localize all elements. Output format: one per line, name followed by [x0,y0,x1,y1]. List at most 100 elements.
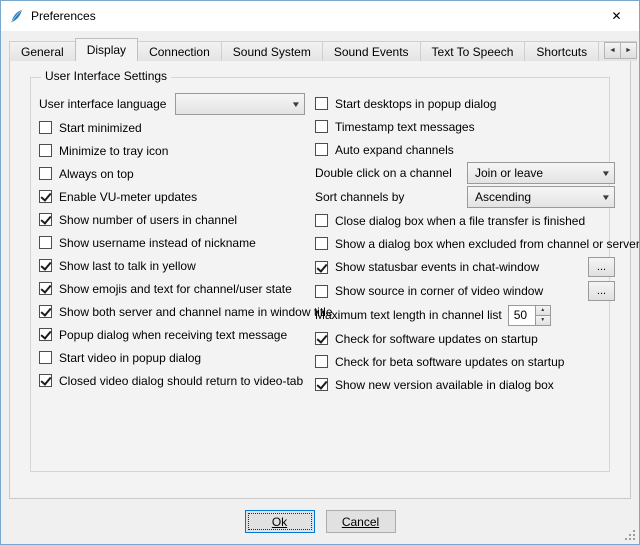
sort-channels-label: Sort channels by [315,190,404,204]
checkbox-beta-updates[interactable] [315,355,328,368]
checkbox-username-instead-nickname[interactable] [39,236,52,249]
checkbox-label: Start desktops in popup dialog [335,97,496,111]
tab-connection[interactable]: Connection [137,41,222,61]
sort-channels-select[interactable]: Ascending [467,186,615,208]
checkbox-minimize-to-tray[interactable] [39,144,52,157]
statusbar-events-config-button[interactable]: ... [588,257,615,277]
checkbox-excluded-dialog[interactable] [315,237,328,250]
tab-sound-system[interactable]: Sound System [221,41,323,61]
checkbox-label: Popup dialog when receiving text message [59,328,287,342]
cancel-button[interactable]: Cancel [326,510,396,533]
max-text-length-label: Maximum text length in channel list [315,308,502,322]
checkbox-label: Check for software updates on startup [335,332,538,346]
checkbox-show-user-count[interactable] [39,213,52,226]
checkbox-label: Show both server and channel name in win… [59,305,333,319]
double-click-select[interactable]: Join or leave [467,162,615,184]
ok-button-label: Ok [272,515,287,529]
checkbox-label: Show username instead of nickname [59,236,256,250]
checkbox-label: Check for beta software updates on start… [335,355,564,369]
checkbox-label: Enable VU-meter updates [59,190,197,204]
tab-scroll-control [604,42,637,59]
chevron-down-icon [597,187,614,207]
checkbox-start-video-popup[interactable] [39,351,52,364]
checkbox-label: Show last to talk in yellow [59,259,196,273]
checkbox-desktops-popup[interactable] [315,97,328,110]
row-double-click: Double click on a channel Join or leave [315,161,615,185]
spinner-down-icon[interactable] [535,316,551,326]
checkbox-server-channel-in-title[interactable] [39,305,52,318]
window-title: Preferences [31,9,96,23]
checkbox-start-minimized[interactable] [39,121,52,134]
row-vu-meter: Enable VU-meter updates [39,185,311,208]
checkbox-label: Closed video dialog should return to vid… [59,374,303,388]
tab-bar: General Display Connection Sound System … [9,38,637,61]
display-tab-panel: User Interface Settings User interface l… [9,60,631,499]
checkbox-label: Show number of users in channel [59,213,237,227]
checkbox-emojis-text-state[interactable] [39,282,52,295]
checkbox-software-updates[interactable] [315,332,328,345]
row-software-updates: Check for software updates on startup [315,327,615,350]
row-auto-expand: Auto expand channels [315,138,615,161]
checkbox-statusbar-events[interactable] [315,261,328,274]
footer-buttons: Ok Cancel [1,510,639,533]
tab-scroll-left-icon[interactable] [604,42,621,59]
row-desktops-popup: Start desktops in popup dialog [315,92,615,115]
checkbox-label: Start minimized [59,121,142,135]
row-video-source-corner: Show source in corner of video window ..… [315,279,615,303]
checkbox-vu-meter-updates[interactable] [39,190,52,203]
row-new-version-dialog: Show new version available in dialog box [315,373,615,396]
row-video-popup: Start video in popup dialog [39,346,311,369]
max-text-length-spinner: 50 [508,305,551,326]
checkbox-last-to-talk-yellow[interactable] [39,259,52,272]
checkbox-label: Timestamp text messages [335,120,475,134]
language-label: User interface language [39,97,175,111]
row-sort-channels: Sort channels by Ascending [315,185,615,209]
language-select[interactable] [175,93,305,115]
checkbox-auto-expand-channels[interactable] [315,143,328,156]
tab-general[interactable]: General [9,41,76,61]
checkbox-label: Start video in popup dialog [59,351,201,365]
row-close-on-transfer: Close dialog box when a file transfer is… [315,209,615,232]
spinner-up-icon[interactable] [535,305,551,316]
tab-sound-events[interactable]: Sound Events [322,41,421,61]
row-emojis-state: Show emojis and text for channel/user st… [39,277,311,300]
checkbox-label: Show emojis and text for channel/user st… [59,282,292,296]
double-click-label: Double click on a channel [315,166,452,180]
tab-display[interactable]: Display [75,38,138,61]
spinner-arrows [535,305,551,326]
row-video-return-tab: Closed video dialog should return to vid… [39,369,311,392]
checkbox-popup-text-message[interactable] [39,328,52,341]
checkbox-label: Close dialog box when a file transfer is… [335,214,585,228]
max-text-length-input[interactable]: 50 [508,305,535,326]
tab-text-to-speech[interactable]: Text To Speech [420,41,526,61]
ok-button[interactable]: Ok [245,510,315,533]
checkbox-closed-video-return[interactable] [39,374,52,387]
checkbox-timestamp-messages[interactable] [315,120,328,133]
row-always-on-top: Always on top [39,162,311,185]
close-button[interactable]: ✕ [594,1,639,31]
checkbox-video-source-corner[interactable] [315,285,328,298]
app-icon [8,8,25,25]
row-language: User interface language [39,92,311,116]
row-minimize-to-tray: Minimize to tray icon [39,139,311,162]
row-last-to-talk: Show last to talk in yellow [39,254,311,277]
chevron-down-icon [597,163,614,183]
tab-scroll-right-icon[interactable] [620,42,637,59]
group-title: User Interface Settings [41,69,171,83]
checkbox-always-on-top[interactable] [39,167,52,180]
cancel-button-label: Cancel [342,515,379,529]
row-statusbar-events: Show statusbar events in chat-window ... [315,255,615,279]
sort-channels-value: Ascending [475,190,531,204]
checkbox-label: Minimize to tray icon [59,144,168,158]
checkbox-new-version-dialog[interactable] [315,378,328,391]
video-source-config-button[interactable]: ... [588,281,615,301]
resize-grip[interactable] [623,528,635,540]
tab-shortcuts[interactable]: Shortcuts [524,41,599,61]
row-window-title: Show both server and channel name in win… [39,300,311,323]
checkbox-close-on-transfer[interactable] [315,214,328,227]
row-max-text-length: Maximum text length in channel list 50 [315,303,615,327]
checkbox-label: Show new version available in dialog box [335,378,554,392]
titlebar: Preferences ✕ [1,1,639,31]
checkbox-label: Show source in corner of video window [335,284,543,298]
checkbox-label: Show statusbar events in chat-window [335,260,539,274]
